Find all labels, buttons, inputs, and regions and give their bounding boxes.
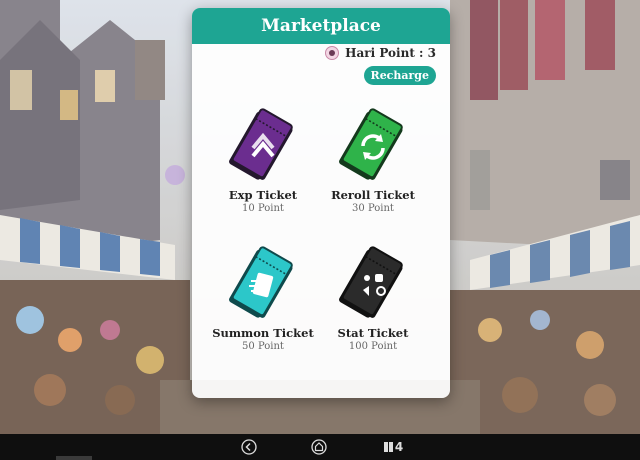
stat-ticket-image [335,246,411,322]
home-button[interactable] [310,438,328,456]
item-price: 30 Point [352,203,394,214]
avatar [325,46,340,60]
summon-ticket-image [225,246,301,322]
bottom-nav-bar: 4 [0,434,640,460]
item-price: 10 Point [242,203,284,214]
shop-item-summon-ticket[interactable]: Summon Ticket 50 Point [208,246,318,352]
exp-ticket-image [225,108,301,184]
shop-item-exp-ticket[interactable]: Exp Ticket 10 Point [208,108,318,214]
home-icon [311,439,327,455]
page-counter-button[interactable]: 4 [380,438,406,456]
item-name: Reroll Ticket [331,188,415,202]
page-counter-icon [383,442,393,452]
points-display: Hari Point : 3 [325,46,436,60]
item-price: 50 Point [242,341,284,352]
recharge-button[interactable]: Recharge [363,66,436,85]
item-price: 100 Point [348,341,398,352]
reroll-ticket-image [335,108,411,184]
item-name: Summon Ticket [212,326,314,340]
panel-header: Marketplace [192,8,450,44]
shop-item-reroll-ticket[interactable]: Reroll Ticket 30 Point [318,108,428,214]
shop-item-stat-ticket[interactable]: Stat Ticket 100 Point [318,246,428,352]
back-button[interactable] [240,438,258,456]
item-name: Stat Ticket [337,326,409,340]
page-count: 4 [394,440,404,454]
scroll-indicator [56,456,92,460]
item-name: Exp Ticket [228,188,298,202]
panel-title: Marketplace [261,16,381,36]
back-icon [241,439,257,455]
points-text: Hari Point : 3 [345,46,436,60]
